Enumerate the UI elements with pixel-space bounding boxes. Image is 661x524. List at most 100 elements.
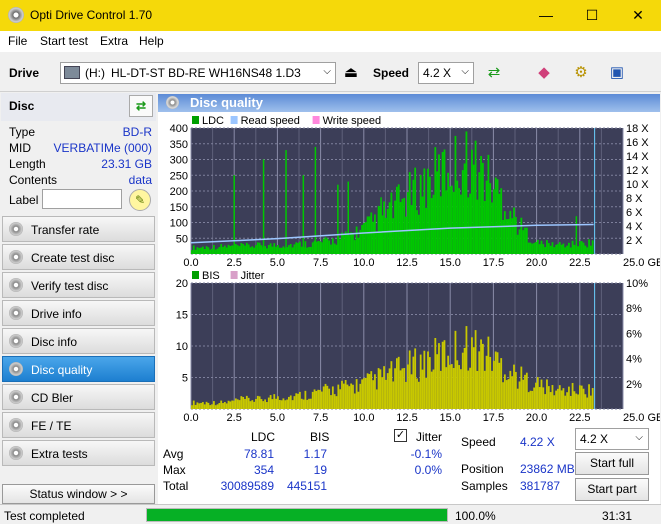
window-title: Opti Drive Control 1.70 [30, 8, 153, 22]
disc-icon [9, 418, 23, 432]
x-tick: 20.0 [526, 412, 547, 424]
toolbar: Drive (H:) HL-DT-ST BD-RE WH16NS48 1.D3 … [0, 52, 661, 92]
y-tick-left: 100 [170, 218, 188, 230]
row-label-avg: Avg [163, 447, 184, 461]
y-tick-right: 18 X [626, 123, 649, 135]
row-label-max: Max [163, 463, 186, 477]
max-ldc: 354 [253, 463, 274, 477]
test-speed-select[interactable]: 4.2 X ⌵ [575, 428, 649, 450]
nav-label: Create test disc [31, 251, 115, 265]
x-tick: 7.5 [313, 412, 328, 424]
nav-fe-te[interactable]: FE / TE [2, 412, 155, 438]
jitter-label: Jitter [416, 430, 443, 444]
samples-value: 381787 [520, 479, 561, 493]
legend-label: Jitter [241, 270, 265, 282]
test-speed-value: 4.2 X [580, 432, 609, 446]
x-tick: 2.5 [227, 257, 242, 269]
refresh-icon[interactable]: ⇄ [481, 60, 507, 86]
y-tick-left: 5 [182, 373, 188, 385]
x-tick: 25.0 GB [623, 412, 660, 424]
label-key: Label [9, 193, 39, 207]
panel-title: Disc quality [190, 95, 263, 110]
nav-label: Drive info [31, 307, 82, 321]
disc-header: Disc ⇄ [1, 93, 156, 121]
y-tick-right: 4 X [626, 221, 643, 233]
nav-disc-quality[interactable]: Disc quality [2, 356, 155, 382]
menu-help[interactable]: Help [139, 34, 164, 48]
start-full-button[interactable]: Start full [575, 452, 649, 475]
eject-icon[interactable]: ⏏ [338, 60, 364, 86]
menu-start-test[interactable]: Start test [40, 34, 88, 48]
nav-drive-info[interactable]: Drive info [2, 300, 155, 326]
position-value: 23862 MB [520, 462, 575, 476]
nav-create-test-disc[interactable]: Create test disc [2, 244, 155, 270]
disc-key: Contents [9, 173, 58, 187]
chevron-down-icon: ⌵ [635, 432, 643, 443]
nav-verify-test-disc[interactable]: Verify test disc [2, 272, 155, 298]
disc-info-table: Type BD-R MID VERBATIMe (000) Length 23.… [9, 125, 152, 189]
save-icon[interactable]: ▣ [604, 60, 630, 86]
x-tick: 5.0 [270, 412, 285, 424]
nav-label: Transfer rate [31, 223, 100, 237]
y-tick-right: 10 X [626, 179, 649, 191]
x-tick: 12.5 [396, 257, 417, 269]
eraser-icon[interactable]: ◆ [531, 60, 557, 86]
speed-stat-value: 4.22 X [520, 435, 555, 449]
nav-disc-info[interactable]: Disc info [2, 328, 155, 354]
avg-ldc: 78.81 [243, 447, 274, 461]
maximize-button[interactable]: ☐ [569, 0, 615, 31]
drive-select[interactable]: (H:) HL-DT-ST BD-RE WH16NS48 1.D3 ⌵ [60, 62, 336, 84]
menu-bar: File Start test Extra Help [0, 31, 661, 52]
y-tick-right: 12 X [626, 165, 649, 177]
nav-label: Extra tests [31, 447, 88, 461]
stats-area: LDC BIS ✓ Jitter Avg 78.81 1.17 -0.1% Ma… [158, 424, 660, 504]
disc-icon [166, 96, 179, 109]
disc-value: data [128, 173, 152, 187]
legend-label: BIS [202, 270, 220, 282]
disc-key: MID [9, 141, 31, 155]
status-bar: Test completed 100.0% 31:31 [0, 504, 661, 524]
close-button[interactable]: ✕ [615, 0, 661, 31]
y-tick-right: 2% [626, 379, 642, 391]
legend-swatch [192, 271, 199, 279]
charts-svg: LDC Read speed Write speed 400 350 300 250 200 1… [170, 115, 661, 424]
y-tick-left: 20 [176, 278, 188, 290]
legend-label: Write speed [323, 115, 382, 127]
speed-select[interactable]: 4.2 X ⌵ [418, 62, 474, 84]
chevron-down-icon: ⌵ [461, 66, 469, 77]
disc-icon [9, 390, 23, 404]
charts-area: LDC Read speed Write speed 400 350 300 250 200 1… [158, 112, 661, 424]
x-tick: 7.5 [313, 257, 328, 269]
avg-bis: 1.17 [303, 447, 327, 461]
elapsed-time: 31:31 [602, 509, 633, 523]
x-tick: 22.5 [569, 412, 590, 424]
nav-cd-bler[interactable]: CD Bler [2, 384, 155, 410]
label-edit-icon[interactable]: ✎ [129, 189, 151, 211]
speed-stat-label: Speed [461, 435, 496, 449]
menu-file[interactable]: File [8, 34, 27, 48]
label-input[interactable] [42, 189, 122, 209]
nav-transfer-rate[interactable]: Transfer rate [2, 216, 155, 242]
x-tick: 22.5 [569, 257, 590, 269]
menu-extra[interactable]: Extra [100, 34, 128, 48]
disc-icon [9, 278, 23, 292]
y-tick-right: 4% [626, 354, 642, 366]
status-window-button[interactable]: Status window > > [2, 484, 155, 504]
start-part-button[interactable]: Start part [575, 478, 649, 501]
disc-refresh-icon[interactable]: ⇄ [129, 95, 153, 117]
samples-label: Samples [461, 479, 508, 493]
nav-label: CD Bler [31, 391, 74, 405]
nav-extra-tests[interactable]: Extra tests [2, 440, 155, 466]
minimize-button[interactable]: — [523, 0, 569, 31]
disc-header-title: Disc [9, 99, 35, 113]
nav-label: Verify test disc [31, 279, 109, 293]
x-tick: 20.0 [526, 257, 547, 269]
x-tick: 2.5 [227, 412, 242, 424]
speed-label: Speed [373, 66, 410, 80]
y-tick-right: 2 X [626, 235, 643, 247]
x-tick: 25.0 GB [623, 257, 660, 269]
drive-letter: (H:) [85, 66, 105, 80]
max-jitter: 0.0% [414, 463, 442, 477]
settings-icon[interactable]: ⚙ [568, 60, 594, 86]
jitter-checkbox[interactable]: ✓ [394, 429, 407, 442]
